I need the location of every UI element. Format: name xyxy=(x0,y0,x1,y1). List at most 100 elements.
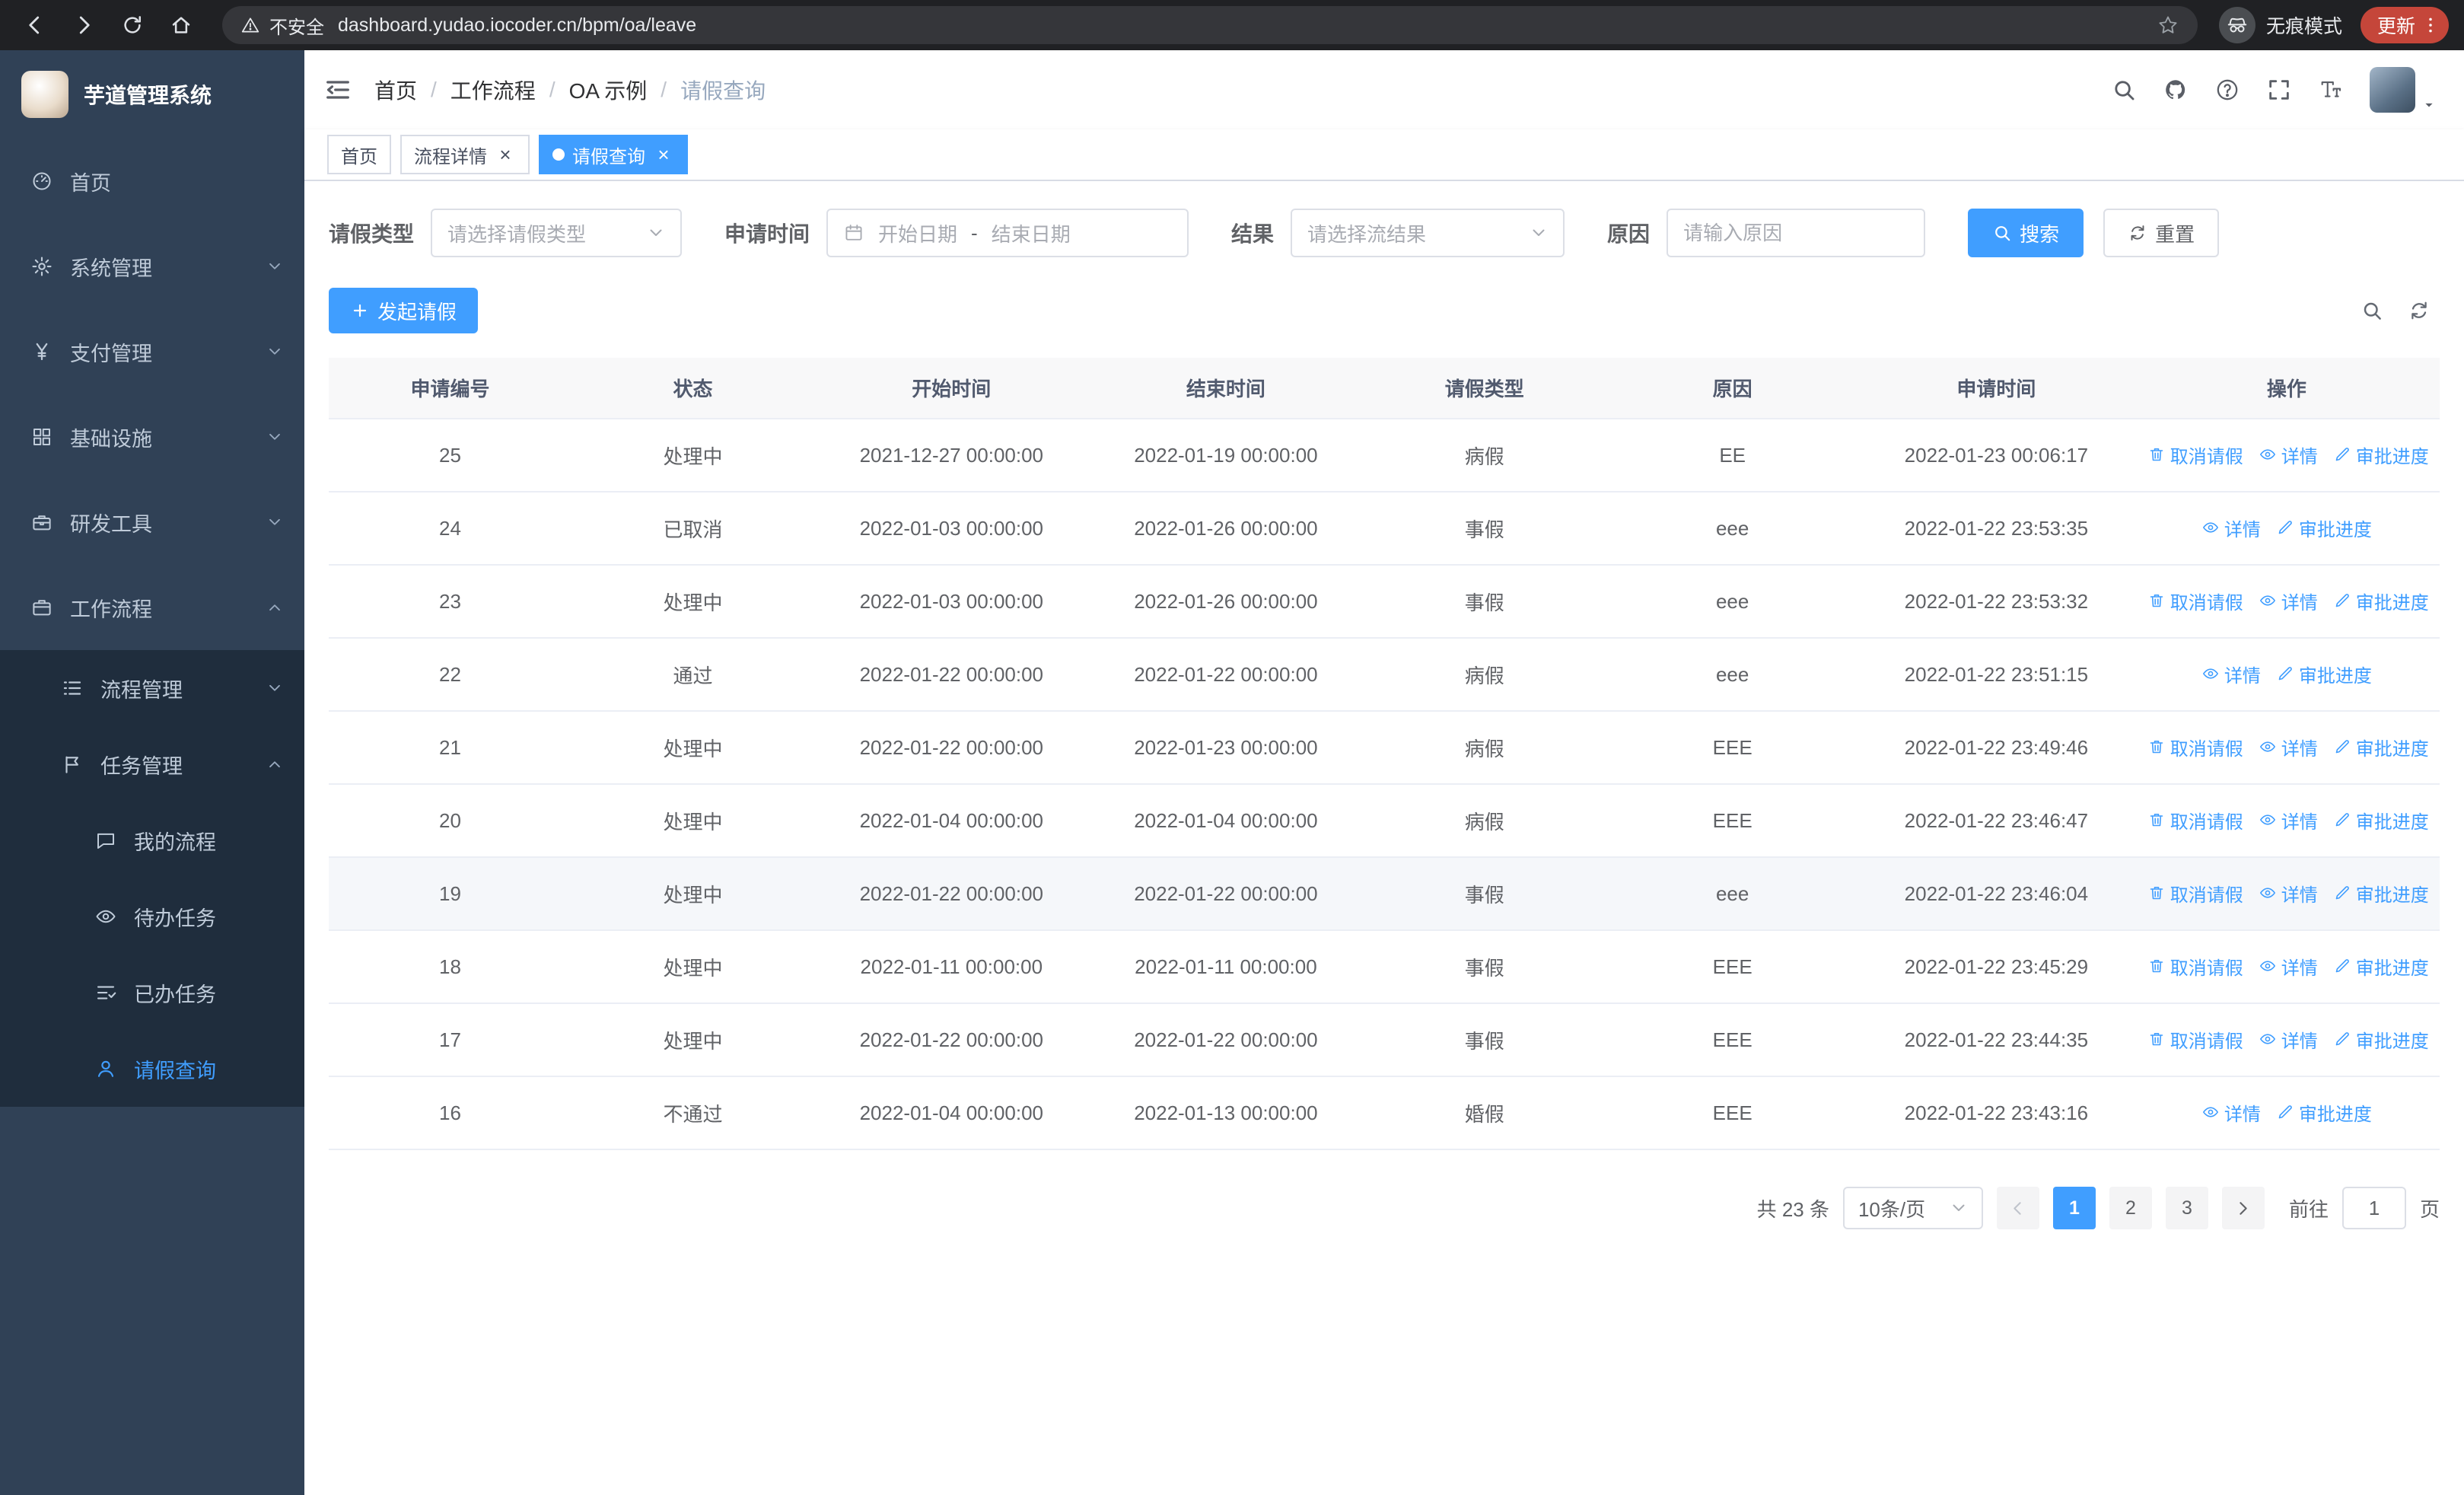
tab-leave-query[interactable]: 请假查询 × xyxy=(539,135,688,174)
page-button-3[interactable]: 3 xyxy=(2165,1187,2208,1229)
page-content: 请假类型 请选择请假类型 申请时间 开始日期 - 结束日期 结果 请选择流结果 … xyxy=(304,181,2464,1495)
cancel-link[interactable]: 取消请假 xyxy=(2147,880,2243,907)
sidebar-collapse-button[interactable] xyxy=(323,75,353,105)
reset-button[interactable]: 重置 xyxy=(2103,209,2220,257)
sidebar-item-leave-query[interactable]: 请假查询 xyxy=(0,1031,304,1107)
pagination: 共 23 条 10条/页 123 前往 页 xyxy=(329,1187,2440,1229)
detail-link[interactable]: 详情 xyxy=(2259,953,2318,980)
cancel-link[interactable]: 取消请假 xyxy=(2147,734,2243,760)
next-page-button[interactable] xyxy=(2221,1187,2265,1229)
cancel-link[interactable]: 取消请假 xyxy=(2147,588,2243,614)
page-button-1[interactable]: 1 xyxy=(2052,1187,2096,1229)
cell-actions: 取消请假 详情 审批进度 xyxy=(2133,565,2440,639)
sidebar-item-workflow[interactable]: 工作流程 xyxy=(0,565,304,650)
user-menu[interactable] xyxy=(2370,67,2437,113)
bookmark-star-icon[interactable] xyxy=(2157,14,2179,37)
cancel-link[interactable]: 取消请假 xyxy=(2147,1026,2243,1053)
hamburger-icon xyxy=(323,75,353,105)
cell-status: 已取消 xyxy=(571,492,814,566)
progress-link[interactable]: 审批进度 xyxy=(2333,441,2429,468)
cancel-link[interactable]: 取消请假 xyxy=(2147,441,2243,468)
cell-leave-type: 事假 xyxy=(1363,857,1606,931)
detail-link[interactable]: 详情 xyxy=(2259,734,2318,760)
table-refresh-button[interactable] xyxy=(2408,299,2431,322)
cell-end-time: 2022-01-26 00:00:00 xyxy=(1088,565,1364,639)
security-chip[interactable]: 不安全 xyxy=(240,12,324,39)
action-label: 取消请假 xyxy=(2170,958,2243,979)
table-row-24: 24 已取消 2022-01-03 00:00:00 2022-01-26 00:00… xyxy=(329,492,2440,566)
browser-menu-icon[interactable] xyxy=(2420,14,2441,36)
progress-link[interactable]: 审批进度 xyxy=(2333,880,2429,907)
progress-link[interactable]: 审批进度 xyxy=(2276,1099,2372,1126)
breadcrumb-item[interactable]: 工作流程 xyxy=(450,75,536,105)
sidebar-item-payment[interactable]: 支付管理 xyxy=(0,309,304,394)
sidebar-item-process-management[interactable]: 流程管理 xyxy=(0,650,304,726)
leave-type-select[interactable]: 请选择请假类型 xyxy=(431,209,683,257)
search-button[interactable]: 搜索 xyxy=(1968,209,2084,257)
sidebar-item-dev-tools[interactable]: 研发工具 xyxy=(0,480,304,565)
close-icon[interactable]: × xyxy=(495,143,516,166)
progress-link[interactable]: 审批进度 xyxy=(2276,661,2372,687)
app-logo-row[interactable]: 芋道管理系统 xyxy=(0,50,304,139)
breadcrumb-item[interactable]: 首页 xyxy=(374,75,417,105)
result-select[interactable]: 请选择流结果 xyxy=(1291,209,1565,257)
action-label: 详情 xyxy=(2224,665,2261,687)
detail-link[interactable]: 详情 xyxy=(2201,1099,2261,1126)
column-header: 状态 xyxy=(571,358,814,419)
browser-home-button[interactable] xyxy=(161,5,201,45)
flag-icon xyxy=(61,753,85,776)
action-label: 审批进度 xyxy=(2298,1104,2372,1125)
detail-link[interactable]: 详情 xyxy=(2259,1026,2318,1053)
detail-link[interactable]: 详情 xyxy=(2201,515,2261,541)
help-button[interactable] xyxy=(2214,77,2240,103)
detail-link[interactable]: 详情 xyxy=(2259,441,2318,468)
detail-link[interactable]: 详情 xyxy=(2201,661,2261,687)
reason-input[interactable] xyxy=(1667,209,1926,257)
cell-apply-time: 2022-01-22 23:44:35 xyxy=(1859,1003,2134,1077)
breadcrumb-item[interactable]: OA 示例 xyxy=(569,75,648,105)
plus-icon xyxy=(350,301,370,320)
cell-actions: 详情 审批进度 xyxy=(2133,1076,2440,1150)
address-bar[interactable]: 不安全 dashboard.yudao.iocoder.cn/bpm/oa/le… xyxy=(222,6,2198,44)
detail-link[interactable]: 详情 xyxy=(2259,880,2318,907)
github-button[interactable] xyxy=(2163,77,2189,103)
progress-link[interactable]: 审批进度 xyxy=(2333,807,2429,834)
page-size-select[interactable]: 10条/页 xyxy=(1842,1187,1983,1229)
close-icon[interactable]: × xyxy=(653,143,674,166)
tab-home[interactable]: 首页 xyxy=(327,135,391,174)
chrome-update-button[interactable]: 更新 xyxy=(2360,7,2449,43)
progress-link[interactable]: 审批进度 xyxy=(2276,515,2372,541)
detail-link[interactable]: 详情 xyxy=(2259,807,2318,834)
cancel-link[interactable]: 取消请假 xyxy=(2147,807,2243,834)
goto-page-input[interactable] xyxy=(2341,1187,2406,1229)
sidebar-item-home[interactable]: 首页 xyxy=(0,139,304,224)
browser-back-button[interactable] xyxy=(15,5,55,45)
fullscreen-button[interactable] xyxy=(2266,77,2292,103)
page-button-2[interactable]: 2 xyxy=(2109,1187,2152,1229)
sidebar-item-todo-task[interactable]: 待办任务 xyxy=(0,878,304,955)
create-leave-button[interactable]: 发起请假 xyxy=(329,288,479,333)
progress-link[interactable]: 审批进度 xyxy=(2333,953,2429,980)
font-size-button[interactable] xyxy=(2318,77,2344,103)
sidebar-item-infrastructure[interactable]: 基础设施 xyxy=(0,394,304,480)
progress-link[interactable]: 审批进度 xyxy=(2333,1026,2429,1053)
browser-forward-button[interactable] xyxy=(64,5,103,45)
action-label: 详情 xyxy=(2281,1031,2318,1052)
detail-link[interactable]: 详情 xyxy=(2259,588,2318,614)
browser-reload-button[interactable] xyxy=(113,5,152,45)
sidebar-item-done-task[interactable]: 已办任务 xyxy=(0,955,304,1031)
sidebar-item-my-process[interactable]: 我的流程 xyxy=(0,802,304,878)
apply-time-range-picker[interactable]: 开始日期 - 结束日期 xyxy=(826,209,1189,257)
header-search-button[interactable] xyxy=(2111,77,2137,103)
eye-icon xyxy=(2259,884,2277,902)
cell-reason: EE xyxy=(1606,419,1860,492)
progress-link[interactable]: 审批进度 xyxy=(2333,734,2429,760)
sidebar-item-task-management[interactable]: 任务管理 xyxy=(0,726,304,802)
tab-process-detail[interactable]: 流程详情 × xyxy=(400,135,530,174)
cancel-link[interactable]: 取消请假 xyxy=(2147,953,2243,980)
progress-link[interactable]: 审批进度 xyxy=(2333,588,2429,614)
table-search-toggle-button[interactable] xyxy=(2361,299,2383,322)
prev-page-button[interactable] xyxy=(1996,1187,2039,1229)
sidebar-item-system[interactable]: 系统管理 xyxy=(0,224,304,309)
cell-reason: EEE xyxy=(1606,711,1860,785)
